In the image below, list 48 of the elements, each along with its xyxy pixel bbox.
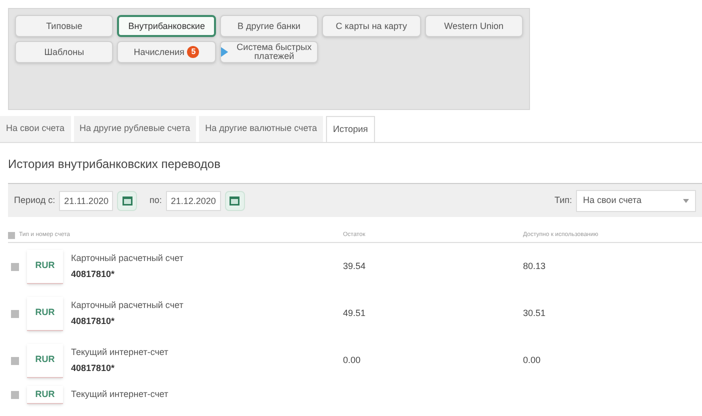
available-value: 0.00 [523,354,541,365]
available-value: 30.51 [523,308,546,318]
transfer-button[interactable]: С карты на карту [322,15,421,37]
account-number: 40817810* [71,362,116,375]
calendar-icon [122,195,133,206]
account-number: 40817810* [71,315,116,328]
account-name: Текущий интернет-счет [71,346,168,359]
checkbox[interactable] [8,232,15,239]
transfer-button[interactable]: Внутрибанковские [117,15,216,37]
calendar-button[interactable] [224,190,245,210]
checkbox[interactable] [11,262,19,270]
available-value: 80.13 [523,260,546,271]
calendar-icon [229,195,240,206]
transfer-button[interactable]: Система быстрых платежей [220,41,318,63]
field-label: по: [149,194,162,207]
tab[interactable]: История [326,116,375,142]
tab[interactable]: На свои счета [0,116,71,142]
account-number: 40817810* [71,268,116,281]
field-label: Тип: [554,194,572,207]
transfer-button[interactable]: Начисления 5 [117,41,216,63]
date-field[interactable]: 21.12.2020 [166,190,221,210]
checkbox[interactable] [11,310,19,318]
transfer-button[interactable]: Western Union [424,15,523,37]
account-name: Карточный расчетный счет [71,298,184,312]
field-label: Период с: [14,194,56,207]
transfer-button[interactable]: Типовые [15,15,114,37]
tab[interactable]: На другие валютные счета [199,116,323,142]
account-name: Текущий интернет-счет [71,388,168,402]
type-dropdown[interactable]: На свои счета [576,190,696,212]
account-name: Карточный расчетный счет [71,252,184,265]
checkbox[interactable] [11,391,19,399]
date-field[interactable]: 21.11.2020 [59,190,114,210]
transfer-button[interactable]: Шаблоны [15,41,114,63]
currency-badge: RUR [27,296,63,330]
balance-value: 0.00 [343,354,361,365]
transfer-button[interactable]: В другие банки [220,15,318,37]
notification-badge: 5 [187,46,200,58]
checkbox[interactable] [11,356,19,364]
balance-value: 39.54 [343,260,366,271]
currency-badge: RUR [27,344,63,378]
currency-badge: RUR [27,386,63,404]
balance-value: 49.51 [343,308,366,318]
tab[interactable]: На другие рублевые счета [74,116,196,142]
caret-icon [683,198,689,202]
currency-badge: RUR [27,250,63,284]
sbp-logo-icon [220,47,228,57]
page-heading: История внутрибанковских переводов [8,156,222,173]
calendar-button[interactable] [117,190,138,210]
